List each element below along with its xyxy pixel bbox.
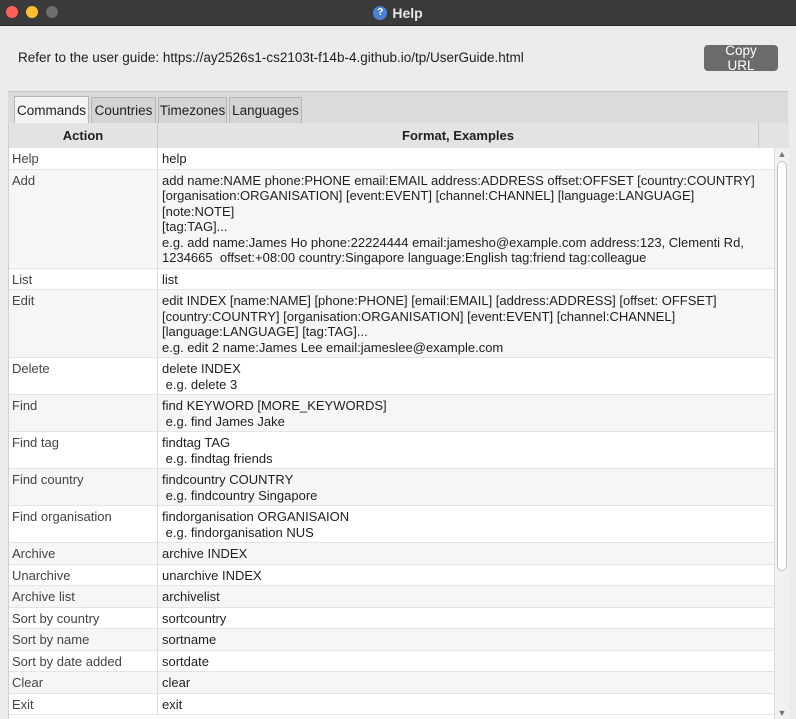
table-row[interactable]: Find organisation findorganisation ORGAN… bbox=[9, 506, 774, 543]
format-cell: exit bbox=[162, 696, 183, 712]
format-cell: archivelist bbox=[162, 589, 220, 604]
action-cell: Find country bbox=[9, 469, 158, 505]
column-header-action[interactable]: Action bbox=[9, 123, 158, 148]
action-cell: List bbox=[9, 268, 158, 289]
format-cell: clear bbox=[162, 675, 191, 690]
format-cell: archive INDEX bbox=[162, 546, 248, 561]
action-cell: Unarchive bbox=[9, 564, 158, 585]
action-cell: Find organisation bbox=[9, 506, 158, 542]
action-cell: Edit bbox=[9, 290, 158, 357]
table-row[interactable]: Unarchive unarchive INDEX bbox=[9, 564, 774, 586]
table-row[interactable]: Archive list archivelist bbox=[9, 586, 774, 608]
action-cell: Clear bbox=[9, 672, 158, 693]
table-row[interactable]: Find tag findtag TAG e.g. findtag friend… bbox=[9, 432, 774, 469]
scroll-down-icon[interactable]: ▼ bbox=[775, 707, 789, 719]
title-bar: ? Help bbox=[0, 0, 796, 26]
action-cell: Find tag bbox=[9, 432, 158, 468]
action-cell: Delete bbox=[9, 358, 158, 394]
action-cell: Add bbox=[9, 169, 158, 268]
table-row[interactable]: Exit exit bbox=[9, 693, 774, 715]
user-guide-url-text: Refer to the user guide: https://ay2526s… bbox=[18, 50, 524, 65]
format-cell: sortdate bbox=[162, 653, 209, 669]
window-title-group: ? Help bbox=[0, 0, 796, 25]
table-row[interactable]: Delete delete INDEX e.g. delete 3 bbox=[9, 358, 774, 395]
action-cell: Sort by date added bbox=[9, 650, 158, 671]
format-cell: findcountry COUNTRY e.g. findcountry Sin… bbox=[162, 472, 318, 503]
format-cell: list bbox=[162, 271, 178, 287]
table-row[interactable]: Add add name:NAME phone:PHONE email:EMAI… bbox=[9, 169, 774, 269]
tab-commands[interactable]: Commands bbox=[14, 96, 89, 124]
action-cell: Help bbox=[9, 148, 158, 169]
tab-countries[interactable]: Countries bbox=[91, 97, 156, 123]
table-row[interactable]: List list bbox=[9, 268, 774, 290]
format-cell: add name:NAME phone:PHONE email:EMAIL ad… bbox=[162, 172, 755, 266]
format-cell: findorganisation ORGANISAION e.g. findor… bbox=[162, 509, 350, 540]
table-row[interactable]: Archive archive INDEX bbox=[9, 543, 774, 565]
format-cell: findtag TAG e.g. findtag friends bbox=[162, 435, 273, 466]
table-row[interactable]: Find country findcountry COUNTRY e.g. fi… bbox=[9, 469, 774, 506]
window-title: Help bbox=[392, 4, 423, 21]
copy-url-button[interactable]: Copy URL bbox=[704, 43, 778, 73]
action-cell: Sort by name bbox=[9, 629, 158, 650]
action-cell: Sort by country bbox=[9, 607, 158, 628]
vertical-scrollbar[interactable]: ▲ ▼ bbox=[774, 148, 789, 719]
table-body: Help help Add add name:NAME phone:PHONE … bbox=[9, 148, 774, 715]
tab-bar: Commands Countries Timezones Languages bbox=[8, 91, 788, 124]
format-cell: delete INDEX e.g. delete 3 bbox=[162, 361, 241, 392]
table-row[interactable]: Find find KEYWORD [MORE_KEYWORDS] e.g. f… bbox=[9, 395, 774, 432]
table-row[interactable]: Sort by date added sortdate bbox=[9, 650, 774, 672]
action-cell: Exit bbox=[9, 693, 158, 714]
tab-languages[interactable]: Languages bbox=[229, 97, 302, 123]
help-icon: ? bbox=[373, 5, 388, 20]
format-cell: sortname bbox=[162, 632, 217, 647]
column-header-filler bbox=[759, 123, 789, 148]
action-cell: Find bbox=[9, 395, 158, 431]
column-header-format[interactable]: Format, Examples bbox=[158, 123, 759, 148]
commands-table: Action Format, Examples Help help Add ad… bbox=[8, 123, 789, 719]
scrollbar-thumb[interactable] bbox=[777, 161, 787, 571]
format-cell: unarchive INDEX bbox=[162, 567, 262, 583]
table-row[interactable]: Help help bbox=[9, 148, 774, 170]
action-cell: Archive bbox=[9, 543, 158, 564]
table-row[interactable]: Sort by country sortcountry bbox=[9, 607, 774, 629]
format-cell: sortcountry bbox=[162, 610, 227, 626]
format-cell: edit INDEX [name:NAME] [phone:PHONE] [em… bbox=[162, 293, 717, 355]
user-guide-bar: Refer to the user guide: https://ay2526s… bbox=[0, 26, 796, 91]
table-row[interactable]: Sort by name sortname bbox=[9, 629, 774, 651]
table-row[interactable]: Edit edit INDEX [name:NAME] [phone:PHONE… bbox=[9, 290, 774, 358]
table-row[interactable]: Clear clear bbox=[9, 672, 774, 694]
tab-timezones[interactable]: Timezones bbox=[158, 97, 227, 123]
scroll-up-icon[interactable]: ▲ bbox=[775, 148, 789, 160]
format-cell: find KEYWORD [MORE_KEYWORDS] e.g. find J… bbox=[162, 398, 387, 429]
action-cell: Archive list bbox=[9, 586, 158, 607]
table-header: Action Format, Examples bbox=[9, 123, 789, 149]
format-cell: help bbox=[162, 151, 187, 166]
